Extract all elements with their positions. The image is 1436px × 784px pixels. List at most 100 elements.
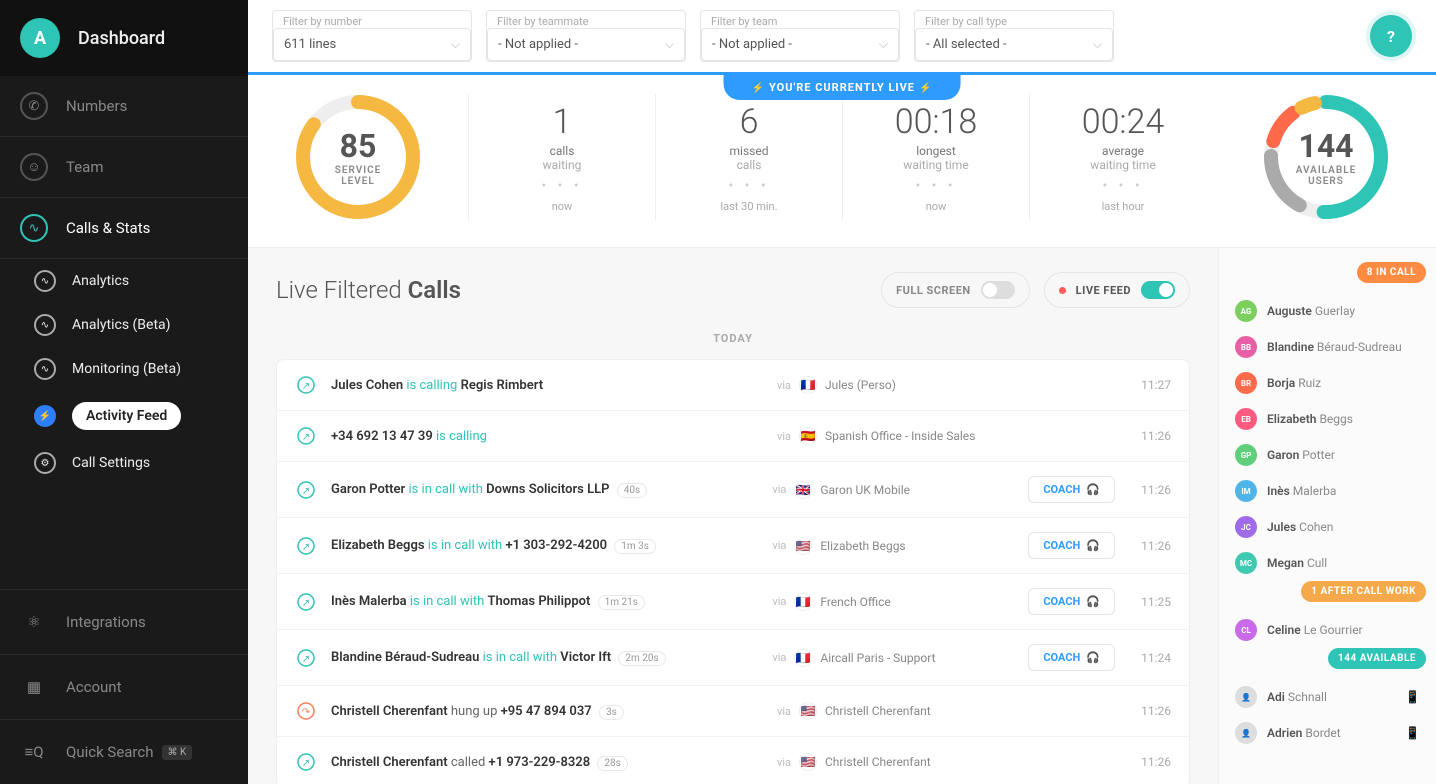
available-users-gauge: 144AVAILABLEUSERS xyxy=(1216,87,1436,227)
call-time: 11:26 xyxy=(1123,755,1171,769)
call-time: 11:27 xyxy=(1123,378,1171,392)
svg-text:↗: ↗ xyxy=(302,654,310,665)
help-button[interactable]: ? xyxy=(1370,15,1412,57)
user-item[interactable]: 👤Adi Schnall📱 xyxy=(1219,679,1436,715)
call-direction-icon: ↗ xyxy=(295,535,317,557)
call-row[interactable]: ↷Christell Cherenfant hung up +95 47 894… xyxy=(277,686,1189,737)
call-time: 11:26 xyxy=(1123,704,1171,718)
svg-text:↗: ↗ xyxy=(302,758,310,769)
via-line: Christell Cherenfant xyxy=(825,755,1025,769)
call-direction-icon: ↗ xyxy=(295,374,317,396)
filter-label: Filter by number xyxy=(273,11,471,28)
call-description: +34 692 13 47 39 is calling xyxy=(331,429,751,444)
via-label: via xyxy=(746,595,786,608)
headset-icon: 🎧 xyxy=(1086,651,1100,664)
avatar: JC xyxy=(1235,516,1257,538)
filter-0[interactable]: Filter by number611 lines xyxy=(272,10,472,62)
service-level-gauge: 85SERVICELEVEL xyxy=(248,87,468,227)
via-line: Elizabeth Beggs xyxy=(820,539,1020,553)
avatar: BB xyxy=(1235,336,1257,358)
user-item[interactable]: IMInès Malerba xyxy=(1219,473,1436,509)
user-item[interactable]: MCMegan Cull xyxy=(1219,545,1436,581)
subnav-analytics[interactable]: ∿Analytics xyxy=(0,259,248,303)
filter-1[interactable]: Filter by teammate- Not applied - xyxy=(486,10,686,62)
bolt-icon: ⚡ xyxy=(34,405,56,427)
filter-select[interactable]: - Not applied - xyxy=(487,28,685,61)
filter-select[interactable]: - All selected - xyxy=(915,28,1113,61)
svg-text:↷: ↷ xyxy=(302,707,311,718)
avatar: 👤 xyxy=(1235,686,1257,708)
avatar: IM xyxy=(1235,480,1257,502)
filter-2[interactable]: Filter by team- Not applied - xyxy=(700,10,900,62)
subnav-activity-feed[interactable]: ⚡Activity Feed xyxy=(0,391,248,441)
filter-select[interactable]: 611 lines xyxy=(273,28,471,61)
nav-quick-search[interactable]: ≡QQuick Search⌘ K xyxy=(0,719,248,784)
integrations-icon: ⚛ xyxy=(20,608,48,636)
flag-icon: 🇺🇸 xyxy=(799,702,817,720)
coach-button[interactable]: COACH 🎧 xyxy=(1028,476,1115,503)
call-time: 11:25 xyxy=(1123,595,1171,609)
user-item[interactable]: GPGaron Potter xyxy=(1219,437,1436,473)
flag-icon: 🇫🇷 xyxy=(799,376,817,394)
call-description: Blandine Béraud-Sudreau is in call with … xyxy=(331,650,746,665)
user-item[interactable]: BRBorja Ruiz xyxy=(1219,365,1436,401)
duration-chip: 2m 20s xyxy=(618,651,665,666)
nav-calls-stats[interactable]: ∿Calls & Stats xyxy=(0,198,248,259)
subnav-analytics-beta[interactable]: ∿Analytics (Beta) xyxy=(0,303,248,347)
coach-button[interactable]: COACH 🎧 xyxy=(1028,532,1115,559)
shortcut-badge: ⌘ K xyxy=(162,745,193,760)
via-line: Spanish Office - Inside Sales xyxy=(825,429,1025,443)
avatar: CL xyxy=(1235,619,1257,641)
call-row[interactable]: ↗Inès Malerba is in call with Thomas Phi… xyxy=(277,574,1189,630)
page-title: Dashboard xyxy=(78,28,165,49)
fullscreen-toggle[interactable]: FULL SCREEN xyxy=(881,272,1030,308)
main-nav: ✆Numbers ☺Team ∿Calls & Stats ∿Analytics… xyxy=(0,76,248,589)
call-direction-icon: ↷ xyxy=(295,700,317,722)
nav-account[interactable]: ▦Account xyxy=(0,654,248,719)
call-description: Garon Potter is in call with Downs Solic… xyxy=(331,482,746,497)
nav-integrations[interactable]: ⚛Integrations xyxy=(0,589,248,654)
after-call-tag: 1 AFTER CALL WORK xyxy=(1301,581,1426,602)
filter-3[interactable]: Filter by call type- All selected - xyxy=(914,10,1114,62)
user-item[interactable]: 👤Adrien Bordet📱 xyxy=(1219,715,1436,751)
users-panel: 8 IN CALL AGAuguste GuerlayBBBlandine Bé… xyxy=(1218,248,1436,784)
call-list: ↗Jules Cohen is calling Regis Rimbertvia… xyxy=(276,359,1190,784)
dot-icon: ∿ xyxy=(34,270,56,292)
user-item[interactable]: CLCeline Le Gourrier xyxy=(1219,612,1436,648)
filter-select[interactable]: - Not applied - xyxy=(701,28,899,61)
main-content: Filter by number611 lines Filter by teamm… xyxy=(248,0,1436,784)
user-item[interactable]: AGAuguste Guerlay xyxy=(1219,293,1436,329)
via-label: via xyxy=(751,756,791,769)
user-item[interactable]: EBElizabeth Beggs xyxy=(1219,401,1436,437)
flag-icon: 🇪🇸 xyxy=(799,427,817,445)
call-row[interactable]: ↗ Blandine Béraud-Sudreau is in call with… xyxy=(277,630,1189,686)
stats-icon: ∿ xyxy=(20,214,48,242)
stat-col: 1callswaiting• • •now xyxy=(468,94,655,221)
subnav-call-settings[interactable]: ⚙Call Settings xyxy=(0,441,248,485)
avatar: EB xyxy=(1235,408,1257,430)
via-line: Aircall Paris - Support xyxy=(820,651,1020,665)
coach-button[interactable]: COACH 🎧 xyxy=(1028,644,1115,671)
subnav-monitoring-beta[interactable]: ∿Monitoring (Beta) xyxy=(0,347,248,391)
call-row[interactable]: ↗Christell Cherenfant called +1 973-229-… xyxy=(277,737,1189,784)
call-direction-icon: ↗ xyxy=(295,479,317,501)
filter-bar: Filter by number611 lines Filter by teamm… xyxy=(248,0,1436,75)
call-row[interactable]: ↗ Garon Potter is in call with Downs Soli… xyxy=(277,462,1189,518)
user-item[interactable]: BBBlandine Béraud-Sudreau xyxy=(1219,329,1436,365)
nav-team[interactable]: ☺Team xyxy=(0,137,248,198)
duration-chip: 3s xyxy=(599,705,624,720)
headset-icon: 🎧 xyxy=(1086,483,1100,496)
livefeed-toggle[interactable]: LIVE FEED xyxy=(1044,272,1190,308)
switch-icon xyxy=(1141,281,1175,299)
call-row[interactable]: ↗Elizabeth Beggs is in call with +1 303-… xyxy=(277,518,1189,574)
call-row[interactable]: ↗Jules Cohen is calling Regis Rimbertvia… xyxy=(277,360,1189,411)
call-time: 11:26 xyxy=(1123,429,1171,443)
call-time: 11:26 xyxy=(1123,483,1171,497)
coach-button[interactable]: COACH 🎧 xyxy=(1028,588,1115,615)
record-dot-icon xyxy=(1059,287,1066,294)
nav-numbers[interactable]: ✆Numbers xyxy=(0,76,248,137)
duration-chip: 28s xyxy=(597,756,627,771)
sidebar: A Dashboard ✆Numbers ☺Team ∿Calls & Stat… xyxy=(0,0,248,784)
call-row[interactable]: ↗+34 692 13 47 39 is calling via🇪🇸Spanis… xyxy=(277,411,1189,462)
user-item[interactable]: JCJules Cohen xyxy=(1219,509,1436,545)
